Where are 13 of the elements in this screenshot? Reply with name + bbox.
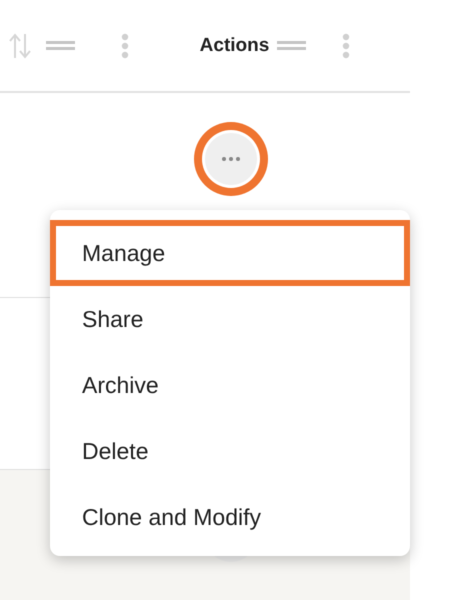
kebab-menu-icon[interactable] xyxy=(121,32,129,58)
drag-handle-icon[interactable] xyxy=(46,41,75,50)
menu-item[interactable]: Delete xyxy=(50,418,410,484)
sort-icon[interactable] xyxy=(8,32,32,58)
menu-item[interactable]: Share xyxy=(50,286,410,352)
kebab-menu-icon[interactable] xyxy=(342,32,350,58)
actions-button[interactable] xyxy=(205,133,257,185)
menu-item[interactable]: Archive xyxy=(50,352,410,418)
more-icon xyxy=(222,157,240,161)
column-header: Actions xyxy=(200,34,270,56)
menu-item[interactable]: Manage xyxy=(50,220,410,286)
menu-item[interactable]: Clone and Modify xyxy=(50,484,410,550)
drag-handle-icon[interactable] xyxy=(277,41,306,50)
